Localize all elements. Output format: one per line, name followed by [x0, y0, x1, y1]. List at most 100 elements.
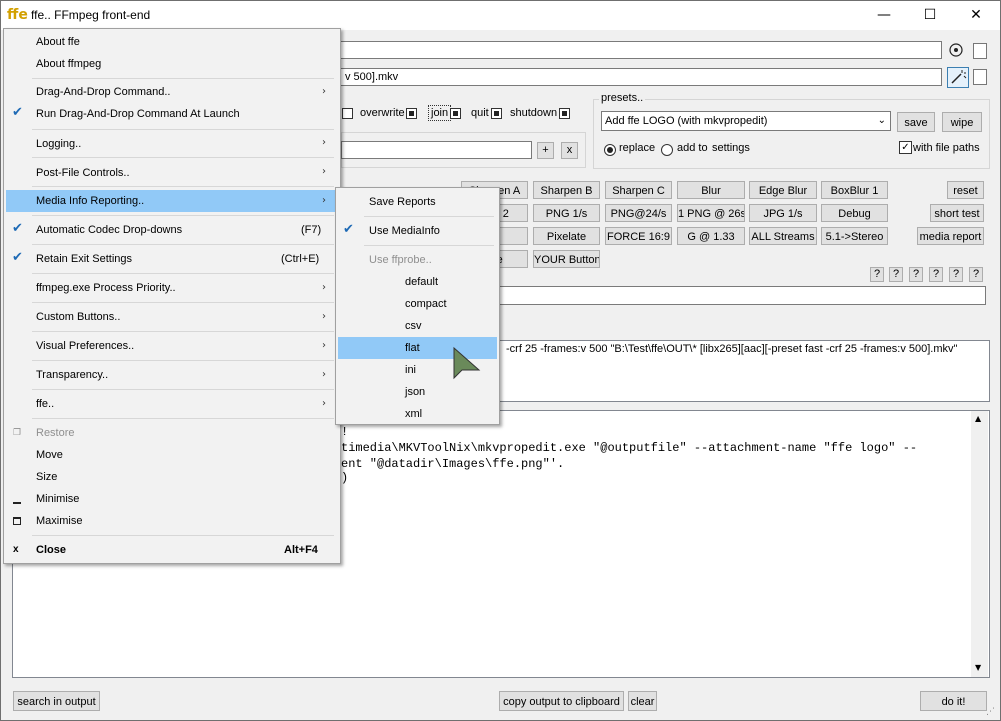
checkmark-icon: ✔ — [12, 105, 23, 120]
sharpen-c-button[interactable]: Sharpen C — [605, 181, 672, 199]
chevron-right-icon: › — [322, 195, 326, 206]
add-to-label: add to — [677, 142, 708, 154]
minimise-icon — [13, 502, 21, 504]
close-button[interactable]: ✕ — [953, 1, 999, 30]
debug-button[interactable]: Debug — [821, 204, 888, 222]
mouse-cursor-icon — [453, 346, 481, 380]
filter-input[interactable] — [341, 141, 532, 159]
output-line-4: ) — [341, 471, 349, 485]
replace-radio[interactable] — [604, 142, 616, 156]
checkmark-icon: ✔ — [12, 221, 23, 236]
chevron-right-icon: › — [322, 398, 326, 409]
output-scrollbar[interactable]: ▲ ▼ — [971, 411, 988, 677]
checkmark-icon: ✓ — [901, 142, 910, 153]
overwrite-checkbox-partial[interactable] — [342, 106, 353, 120]
crosshair-icon — [949, 43, 963, 57]
chevron-down-icon: ⌄ — [877, 115, 886, 126]
add-to-radio[interactable] — [661, 142, 673, 156]
chevron-right-icon: › — [322, 86, 326, 97]
preset-select[interactable]: Add ffe LOGO (with mkvpropedit) ⌄ — [601, 111, 891, 131]
with-file-paths-checkbox[interactable]: ✓ — [899, 141, 912, 154]
reset-button[interactable]: reset — [947, 181, 984, 199]
preset-selected-text: Add ffe LOGO (with mkvpropedit) — [605, 115, 768, 127]
help-button-1[interactable]: ? — [870, 267, 884, 282]
remove-button[interactable]: x — [561, 142, 578, 159]
png-24s-button[interactable]: PNG@24/s — [605, 204, 672, 222]
output-file-field[interactable]: v 500].mkv — [301, 68, 942, 86]
scroll-down-icon[interactable]: ▼ — [975, 663, 981, 672]
copy-output-button[interactable]: copy output to clipboard — [499, 691, 624, 711]
maximize-icon: ☐ — [923, 7, 937, 23]
shutdown-label: shutdown — [510, 107, 558, 119]
close-icon: x — [13, 544, 19, 555]
wand-button[interactable] — [947, 67, 969, 88]
system-menu: About ffe About ffmpeg Drag-And-Drop Com… — [3, 28, 341, 564]
command-line-text: -crf 25 -frames:v 500 "B:\Test\ffe\OUT\*… — [506, 343, 958, 355]
overwrite-label: overwrite — [360, 107, 405, 119]
clear-button[interactable]: clear — [628, 691, 657, 711]
minimize-button[interactable]: — — [861, 1, 907, 30]
stereo-button[interactable]: 5.1->Stereo — [821, 227, 888, 245]
pixelate-button[interactable]: Pixelate — [533, 227, 600, 245]
maximize-button[interactable]: ☐ — [907, 1, 953, 30]
short-test-button[interactable]: short test — [930, 204, 984, 222]
all-streams-button[interactable]: ALL Streams — [749, 227, 817, 245]
input-scroll-handle[interactable] — [973, 43, 987, 59]
png-1s-button[interactable]: PNG 1/s — [533, 204, 600, 222]
overwrite-checkbox[interactable] — [406, 106, 417, 120]
presets-group — [593, 99, 990, 169]
shutdown-checkbox[interactable] — [559, 106, 570, 120]
help-button-4[interactable]: ? — [929, 267, 943, 282]
crosshair-button[interactable] — [947, 41, 965, 59]
g-1-33-button[interactable]: G @ 1.33 — [677, 227, 745, 245]
blur-button[interactable]: Blur — [677, 181, 745, 199]
minimize-icon: — — [877, 7, 891, 23]
force-16-9-button[interactable]: FORCE 16:9 — [605, 227, 672, 245]
png-26s-button[interactable]: 1 PNG @ 26s — [677, 204, 745, 222]
preset-save-button[interactable]: save — [897, 112, 935, 132]
chevron-right-icon: › — [322, 137, 326, 148]
jpg-1s-button[interactable]: JPG 1/s — [749, 204, 817, 222]
quit-checkbox[interactable] — [491, 106, 502, 120]
scroll-up-icon[interactable]: ▲ — [975, 414, 981, 423]
preset-wipe-button[interactable]: wipe — [942, 112, 982, 132]
checkmark-icon: ✔ — [12, 250, 23, 265]
output-line-3: ent "@datadir\Images\ffe.png"'. — [341, 457, 565, 471]
chevron-right-icon: › — [322, 369, 326, 380]
help-button-3[interactable]: ? — [909, 267, 923, 282]
app-logo-icon[interactable]: ffe — [7, 7, 28, 23]
output-line-2: timedia\MKVToolNix\mkvpropedit.exe "@out… — [341, 441, 918, 455]
checkmark-icon: ✔ — [343, 222, 354, 237]
chevron-right-icon: › — [322, 282, 326, 293]
help-button-5[interactable]: ? — [949, 267, 963, 282]
output-scroll-handle[interactable] — [973, 69, 987, 85]
quit-label: quit — [471, 107, 489, 119]
help-button-2[interactable]: ? — [889, 267, 903, 282]
resize-grip-icon[interactable]: ⋰ — [986, 707, 995, 717]
media-report-button[interactable]: media report — [917, 227, 984, 245]
restore-icon: ❐ — [13, 428, 22, 438]
chevron-right-icon: › — [322, 311, 326, 322]
your-button[interactable]: YOUR Button — [533, 250, 600, 268]
title-bar[interactable]: ffe ffe.. FFmpeg front-end — ☐ ✕ — [1, 1, 1000, 30]
settings-label: settings — [712, 142, 750, 154]
magic-wand-icon — [951, 70, 967, 84]
search-in-output-button[interactable]: search in output — [13, 691, 100, 711]
sharpen-b-button[interactable]: Sharpen B — [533, 181, 600, 199]
boxblur-button[interactable]: BoxBlur 1 — [821, 181, 888, 199]
add-button[interactable]: + — [537, 142, 554, 159]
chevron-right-icon: › — [322, 166, 326, 177]
with-file-paths-label: with file paths — [913, 142, 980, 154]
join-label: join — [428, 105, 452, 121]
window-title: ffe.. FFmpeg front-end — [31, 8, 151, 22]
media-info-submenu: Save Reports ✔ Use MediaInfo Use ffprobe… — [335, 187, 500, 425]
edge-blur-button[interactable]: Edge Blur — [749, 181, 817, 199]
chevron-right-icon: › — [322, 340, 326, 351]
input-file-field[interactable] — [301, 41, 942, 59]
join-checkbox[interactable] — [450, 106, 461, 120]
presets-group-label: presets.. — [599, 92, 646, 104]
output-line-1: ! — [341, 425, 349, 439]
do-it-button[interactable]: do it! — [920, 691, 987, 711]
maximise-icon — [13, 517, 21, 525]
help-button-6[interactable]: ? — [969, 267, 983, 282]
